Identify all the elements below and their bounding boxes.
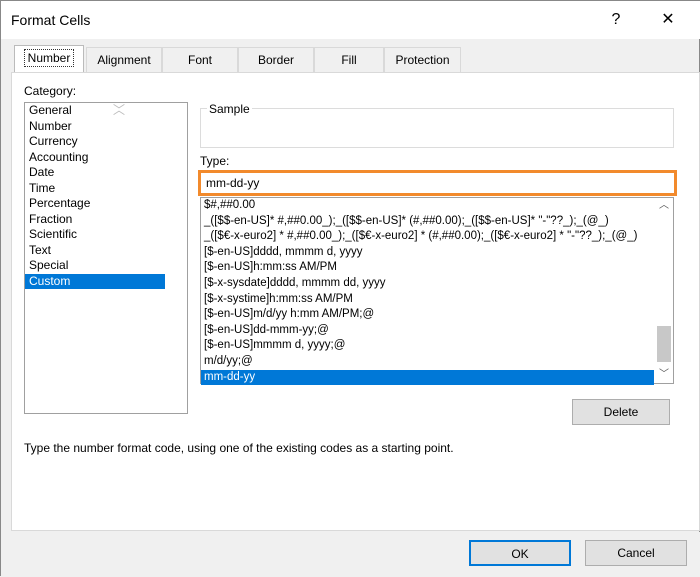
format-item[interactable]: [$-x-sysdate]dddd, mmmm dd, yyyy bbox=[201, 276, 654, 292]
category-item-selected[interactable]: Custom bbox=[25, 273, 165, 289]
format-item[interactable]: _([$€-x-euro2] * #,##0.00_);_([$€-x-euro… bbox=[201, 229, 654, 245]
sample-label: Sample bbox=[207, 102, 252, 116]
close-button[interactable]: ✕ bbox=[653, 7, 683, 33]
tab-protection[interactable]: Protection bbox=[384, 47, 461, 72]
category-item[interactable]: Text bbox=[25, 243, 165, 259]
hint-text: Type the number format code, using one o… bbox=[24, 441, 454, 455]
tab-fill[interactable]: Fill bbox=[314, 47, 384, 72]
scroll-down-icon[interactable]: ﹀ bbox=[655, 367, 673, 383]
format-list[interactable]: $#,##0.00 _([$$-en-US]* #,##0.00_);_([$$… bbox=[200, 197, 674, 386]
category-item[interactable]: Accounting bbox=[25, 150, 165, 166]
category-item[interactable]: Date bbox=[25, 165, 165, 181]
category-item[interactable]: Percentage bbox=[25, 196, 165, 212]
format-list-scrollbar[interactable]: ︿ ﹀ bbox=[655, 198, 673, 383]
format-item[interactable]: m/d/yy;@ bbox=[201, 354, 654, 370]
format-item[interactable]: [$-en-US]h:mm:ss AM/PM bbox=[201, 260, 654, 276]
scroll-thumb[interactable] bbox=[657, 326, 671, 362]
title-bar: Format Cells ? ✕ bbox=[1, 1, 700, 39]
tab-border[interactable]: Border bbox=[238, 47, 314, 72]
delete-button[interactable]: Delete bbox=[572, 399, 670, 425]
category-item[interactable]: Time bbox=[25, 181, 165, 197]
category-scrollbar[interactable]: ︿ ﹀ bbox=[47, 103, 187, 119]
ok-button[interactable]: OK bbox=[469, 540, 571, 566]
category-item[interactable]: Currency bbox=[25, 134, 165, 150]
format-item[interactable]: [$-x-systime]h:mm:ss AM/PM bbox=[201, 292, 654, 308]
format-item[interactable]: [$-en-US]dd-mmm-yy;@ bbox=[201, 323, 654, 339]
tab-font[interactable]: Font bbox=[162, 47, 238, 72]
format-item[interactable]: [$-en-US]mmmm d, yyyy;@ bbox=[201, 338, 654, 354]
type-input[interactable]: mm-dd-yy bbox=[198, 170, 677, 196]
format-cells-dialog: Format Cells ? ✕ Number Alignment Font B… bbox=[0, 0, 700, 577]
category-item[interactable]: Scientific bbox=[25, 227, 165, 243]
sample-group bbox=[200, 108, 674, 148]
tab-number[interactable]: Number bbox=[14, 45, 84, 73]
dialog-title: Format Cells bbox=[11, 12, 91, 28]
cancel-button[interactable]: Cancel bbox=[585, 540, 687, 566]
format-item[interactable]: $#,##0.00 bbox=[201, 198, 654, 214]
category-item[interactable]: Number bbox=[25, 119, 165, 135]
type-label: Type: bbox=[200, 154, 230, 168]
format-item[interactable]: _([$$-en-US]* #,##0.00_);_([$$-en-US]* (… bbox=[201, 214, 654, 230]
tab-alignment[interactable]: Alignment bbox=[86, 47, 162, 72]
format-item[interactable]: [$-en-US]dddd, mmmm d, yyyy bbox=[201, 245, 654, 261]
scroll-down-icon[interactable]: ﹀ bbox=[47, 103, 187, 119]
scroll-up-icon[interactable]: ︿ bbox=[655, 198, 673, 214]
category-label: Category: bbox=[24, 84, 77, 98]
category-list[interactable]: General Number Currency Accounting Date … bbox=[24, 102, 188, 414]
tab-label: Number bbox=[23, 49, 75, 67]
format-item[interactable]: [$-en-US]m/d/yy h:mm AM/PM;@ bbox=[201, 307, 654, 323]
category-item[interactable]: Special bbox=[25, 258, 165, 274]
format-item-selected[interactable]: mm-dd-yy bbox=[201, 369, 654, 386]
category-item[interactable]: Fraction bbox=[25, 212, 165, 228]
help-button[interactable]: ? bbox=[601, 7, 631, 33]
